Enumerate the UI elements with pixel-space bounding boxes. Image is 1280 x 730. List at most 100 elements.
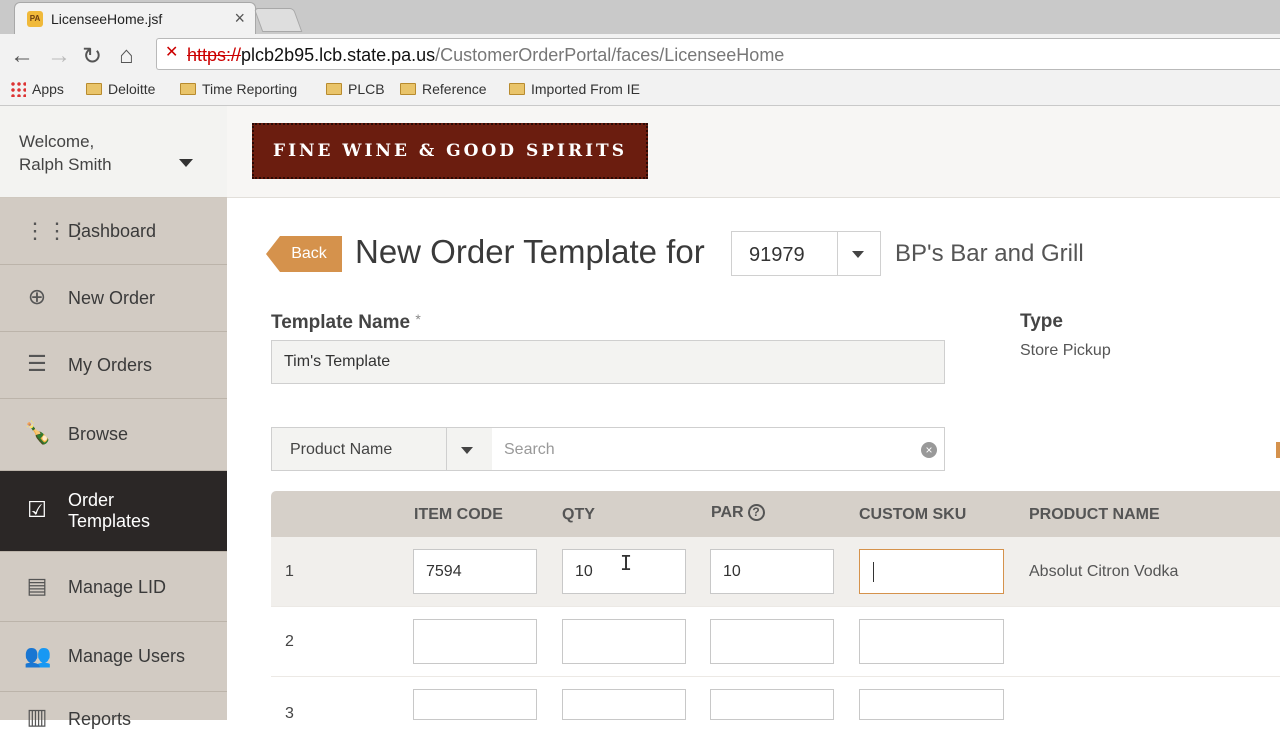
clear-search-icon[interactable]: × (921, 442, 937, 458)
caret-down-icon[interactable] (461, 447, 473, 454)
sidebar-item-label: New Order (68, 288, 156, 308)
custom-sku-input[interactable] (859, 549, 1004, 594)
bookmark-label: PLCB (348, 81, 385, 97)
bookmark-label: Apps (32, 81, 64, 97)
table-row: 2 (271, 607, 1280, 677)
text-cursor (873, 562, 874, 582)
bookmark-deloitte[interactable]: Deloitte (86, 81, 155, 97)
bookmarks-bar: Apps Deloitte Time Reporting PLCB Refere… (0, 76, 1280, 106)
sidebar-item-reports[interactable]: ▥ Reports (0, 692, 227, 729)
row-number: 2 (285, 633, 294, 650)
plus-circle-icon: ⊕ (27, 284, 47, 309)
item-code-input[interactable] (413, 619, 537, 664)
product-search-bar: Product Name × (271, 427, 945, 471)
column-header-product-name: PRODUCT NAME (1029, 506, 1160, 523)
new-tab-button[interactable] (253, 8, 303, 32)
close-icon[interactable]: × (234, 8, 245, 29)
item-code-input[interactable] (413, 689, 537, 720)
divider (837, 232, 838, 275)
row-number: 3 (285, 705, 294, 722)
url-host: plcb2b95.lcb.state.pa.us (241, 45, 436, 65)
bookmark-time-reporting[interactable]: Time Reporting (180, 81, 297, 97)
pa-favicon-icon: PA (27, 11, 43, 27)
divider (446, 428, 447, 470)
template-name-label: Template Name * (271, 311, 421, 334)
table-row: 3 (271, 677, 1280, 722)
sidebar-item-new-order[interactable]: ⊕ New Order (0, 265, 227, 332)
sidebar-item-label: Order (68, 490, 115, 510)
column-header-custom-sku: CUSTOM SKU (859, 506, 967, 523)
user-menu[interactable]: Welcome, Ralph Smith (0, 106, 227, 198)
bookmark-reference[interactable]: Reference (400, 81, 487, 97)
par-input[interactable] (710, 689, 834, 720)
par-input[interactable] (710, 549, 834, 594)
sidebar-item-label: Browse (68, 424, 129, 444)
forward-arrow-icon[interactable]: → (47, 42, 71, 70)
sidebar-item-browse[interactable]: 🍾 Browse (0, 399, 227, 471)
folder-icon (509, 83, 525, 95)
lid-select[interactable]: 91979 (731, 231, 881, 276)
id-card-icon: ▤ (26, 573, 48, 598)
table-row: 1 Absolut Citron Vodka (271, 537, 1280, 607)
chart-icon: ▥ (26, 704, 48, 729)
template-name-input[interactable] (271, 340, 945, 384)
folder-icon (86, 83, 102, 95)
bottles-icon: 🍾 (24, 420, 52, 445)
checkbox-icon: ☑ (27, 497, 47, 522)
apps-grid-icon (10, 81, 26, 97)
address-bar[interactable]: ✕ https://plcb2b95.lcb.state.pa.us/Custo… (156, 38, 1280, 70)
back-arrow-icon[interactable]: ← (10, 42, 34, 70)
caret-down-icon[interactable] (179, 159, 193, 167)
caret-down-icon[interactable] (852, 251, 864, 258)
home-icon[interactable]: ⌂ (119, 42, 134, 70)
bookmark-apps[interactable]: Apps (10, 81, 64, 97)
bookmark-label: Time Reporting (202, 81, 298, 97)
type-value: Store Pickup (1020, 342, 1111, 359)
broken-lock-icon[interactable]: ✕ (165, 45, 179, 61)
bookmark-plcb[interactable]: PLCB (326, 81, 385, 97)
bookmark-label: Imported From IE (531, 81, 640, 97)
browser-tab[interactable]: PA LicenseeHome.jsf × (14, 2, 256, 34)
sidebar-item-label: Manage LID (68, 577, 167, 597)
sidebar-item-order-templates[interactable]: ☑ Order Templates (0, 471, 227, 552)
template-name-label-text: Template Name (271, 312, 411, 333)
reload-icon[interactable]: ↻ (82, 42, 102, 71)
folder-icon (326, 83, 342, 95)
search-filter-select[interactable]: Product Name (272, 428, 492, 470)
custom-sku-input[interactable] (859, 619, 1004, 664)
sidebar-item-manage-users[interactable]: 👥 Manage Users (0, 622, 227, 692)
column-header-item-code: ITEM CODE (414, 506, 503, 523)
custom-sku-input[interactable] (859, 689, 1004, 720)
item-code-input[interactable] (413, 549, 537, 594)
required-marker: * (415, 311, 421, 327)
search-input[interactable] (502, 436, 906, 464)
column-header-par: PAR? (711, 504, 765, 522)
help-icon[interactable]: ? (747, 504, 765, 521)
url-text: https://plcb2b95.lcb.state.pa.us/Custome… (187, 45, 784, 66)
product-name: Absolut Citron Vodka (1029, 563, 1179, 580)
bookmark-label: Reference (422, 81, 487, 97)
side-tab-marker[interactable] (1276, 442, 1280, 458)
grid-icon: ⋮⋮⋮ (24, 218, 90, 243)
url-scheme: https:// (187, 45, 242, 65)
users-icon: 👥 (24, 643, 52, 668)
sidebar-item-manage-lid[interactable]: ▤ Manage LID (0, 552, 227, 622)
welcome-text: Welcome, (19, 132, 95, 151)
licensee-name: BP's Bar and Grill (895, 240, 1084, 267)
par-input[interactable] (710, 619, 834, 664)
qty-input[interactable] (562, 689, 686, 720)
lid-value: 91979 (749, 244, 805, 266)
par-label: PAR (711, 504, 744, 521)
sidebar-item-dashboard[interactable]: ⋮⋮⋮ Dashboard (0, 198, 227, 265)
fine-wine-logo[interactable]: FINE WINE & GOOD SPIRITS (252, 123, 648, 179)
bookmark-imported-from-ie[interactable]: Imported From IE (509, 81, 640, 97)
brand-banner: FINE WINE & GOOD SPIRITS (227, 106, 1280, 198)
folder-icon (180, 83, 196, 95)
grid-header: ITEM CODE QTY PAR? CUSTOM SKU PRODUCT NA… (271, 491, 1280, 537)
filter-value: Product Name (290, 441, 393, 458)
sidebar-item-my-orders[interactable]: ☰ My Orders (0, 332, 227, 399)
qty-input[interactable] (562, 619, 686, 664)
back-button[interactable]: Back (266, 236, 342, 272)
tab-title: LicenseeHome.jsf (51, 11, 163, 27)
browser-toolbar: ← → ↻ ⌂ ✕ https://plcb2b95.lcb.state.pa.… (0, 34, 1280, 76)
